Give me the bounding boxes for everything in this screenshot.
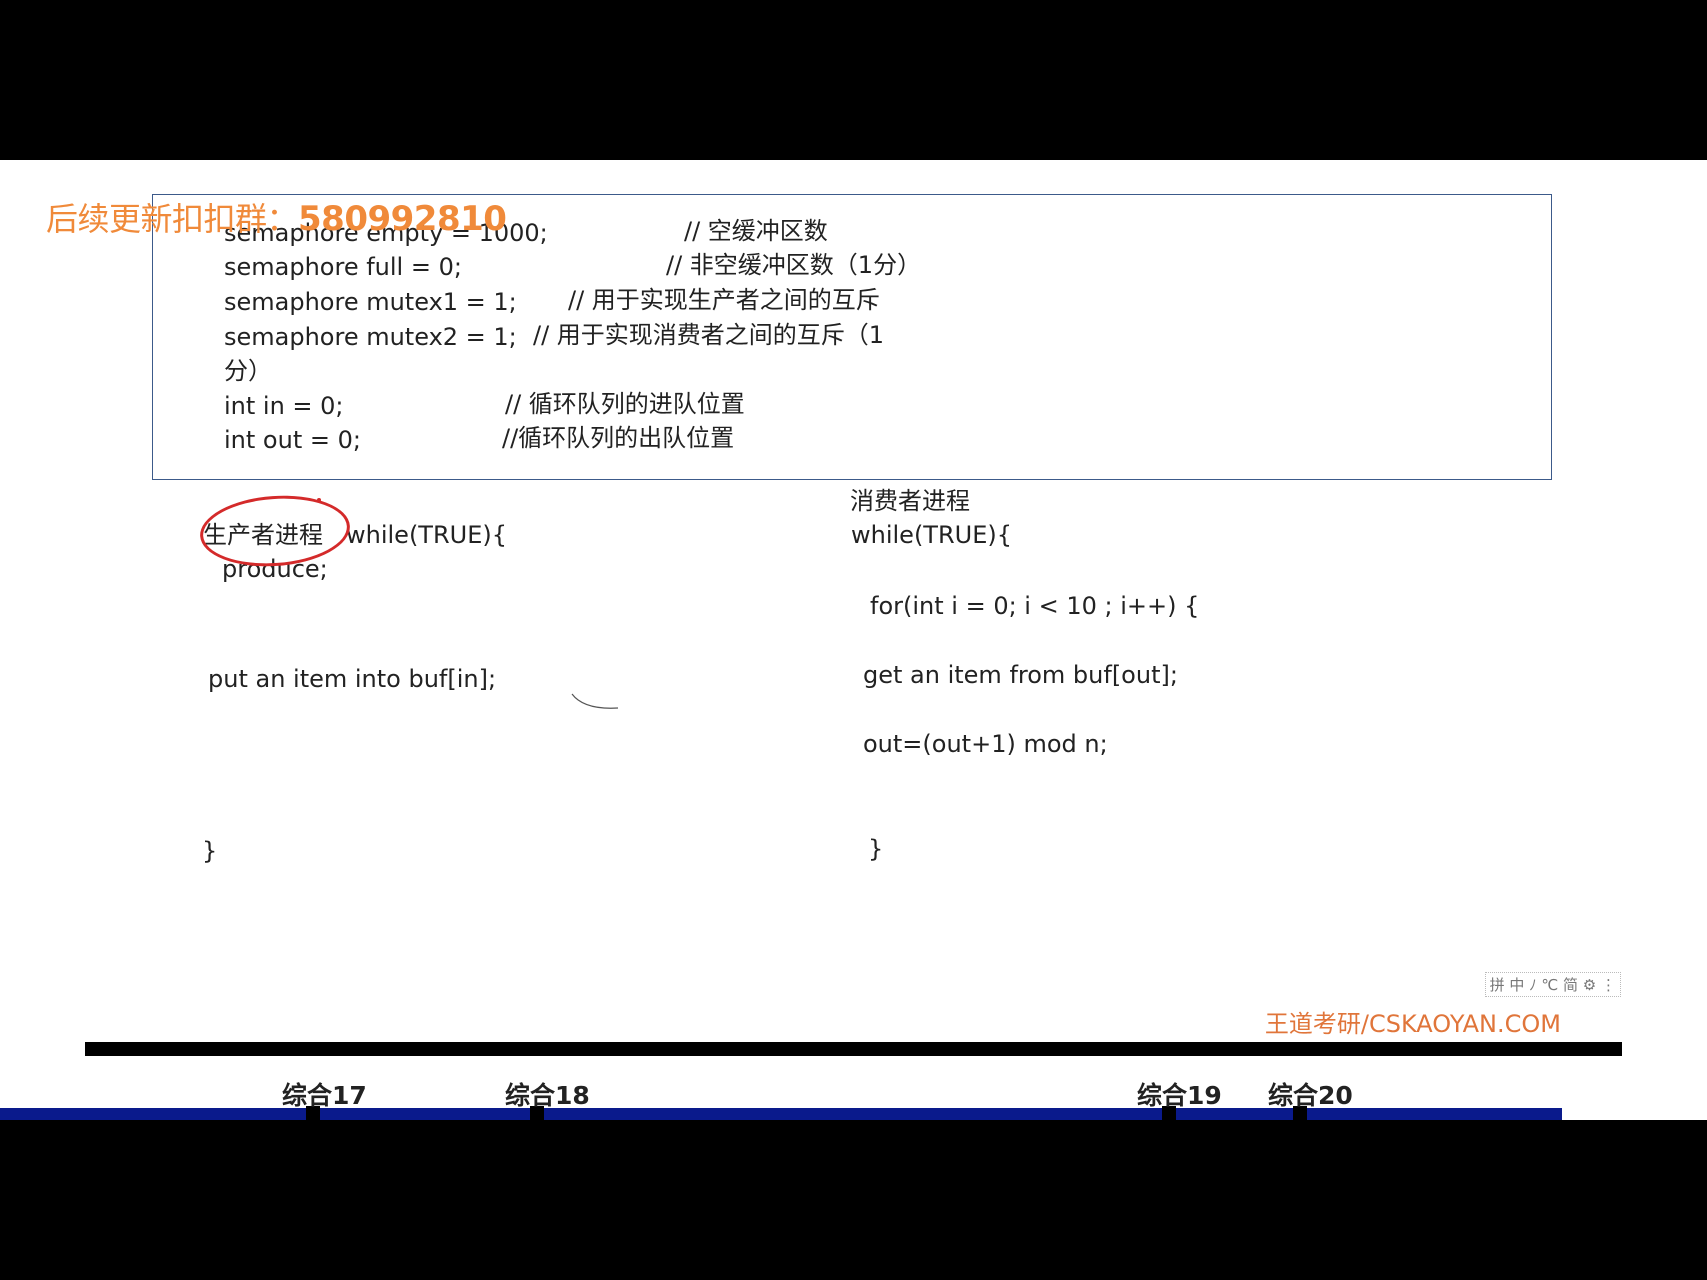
- decl-comment-1: // 非空缓冲区数（1分）: [666, 251, 922, 279]
- chapter-label-19[interactable]: 综合19: [1137, 1076, 1222, 1112]
- decl-code-2: semaphore mutex1 = 1;: [224, 288, 517, 316]
- producer-while-line: while(TRUE){: [346, 521, 508, 549]
- consumer-for-line: for(int i = 0; i < 10 ; i++) {: [870, 592, 1200, 620]
- chapter-label-18[interactable]: 综合18: [505, 1076, 590, 1112]
- red-ink-circle-annotation: [197, 490, 353, 572]
- decl-code-6: int out = 0;: [224, 426, 361, 454]
- producer-put-line: put an item into buf[in];: [208, 665, 497, 693]
- decl-comment-2: // 用于实现生产者之间的互斥: [568, 286, 880, 314]
- decl-code-4: 分）: [224, 357, 272, 385]
- consumer-close-brace: }: [868, 835, 884, 863]
- slide: semaphore empty = 1000; // 空缓冲区数 semapho…: [0, 160, 1707, 1120]
- chapter-label-17[interactable]: 综合17: [282, 1076, 367, 1112]
- consumer-title: 消费者进程: [850, 487, 970, 515]
- decl-code-3: semaphore mutex2 = 1;: [224, 323, 517, 351]
- decl-comment-3: // 用于实现消费者之间的互斥（1: [533, 321, 885, 349]
- chapter-label-20[interactable]: 综合20: [1268, 1076, 1353, 1112]
- brand-logo-text: 王道考研/CSKAOYAN.COM: [1264, 1010, 1561, 1038]
- watermark-qq-number: 580992810: [298, 199, 507, 239]
- red-ink-dot-annotation: [317, 498, 321, 502]
- qq-group-watermark: 后续更新扣扣群：580992810: [46, 194, 507, 240]
- decl-code-5: int in = 0;: [224, 392, 344, 420]
- ime-toolbar[interactable]: 拼 中 ﾉ ℃ 简 ⚙ ⋮: [1484, 972, 1621, 997]
- pen-stroke-annotation: [571, 693, 619, 709]
- consumer-while-line: while(TRUE){: [851, 521, 1013, 549]
- producer-close-brace: }: [202, 837, 218, 865]
- decl-comment-6: //循环队列的出队位置: [502, 424, 735, 452]
- video-progress-bar[interactable]: [85, 1042, 1622, 1056]
- decl-comment-5: // 循环队列的进队位置: [505, 390, 745, 418]
- watermark-prefix: 后续更新扣扣群：: [46, 200, 299, 238]
- decl-code-1: semaphore full = 0;: [224, 253, 462, 281]
- decl-comment-0: // 空缓冲区数: [684, 217, 828, 245]
- consumer-out-line: out=(out+1) mod n;: [863, 730, 1108, 758]
- consumer-get-line: get an item from buf[out];: [863, 661, 1178, 689]
